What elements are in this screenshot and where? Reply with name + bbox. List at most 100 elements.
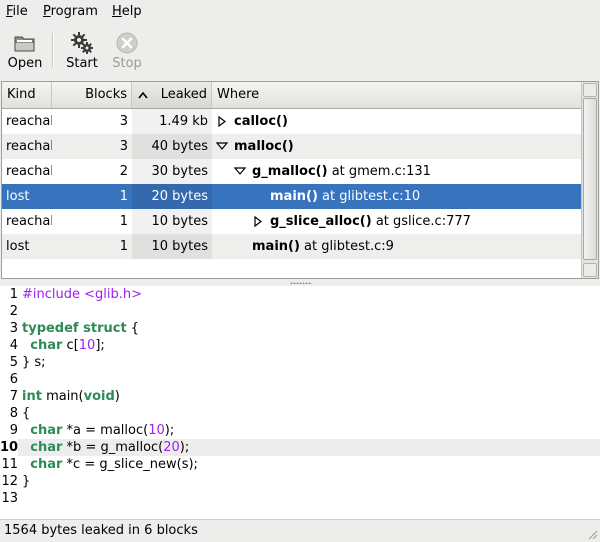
code-token: main( — [41, 389, 84, 404]
function-name: main() — [270, 189, 318, 204]
code-token: #include <glib.h> — [22, 287, 143, 302]
source-line: 3 typedef struct { — [0, 320, 600, 337]
code-token: char — [30, 440, 63, 455]
cell-blocks: 3 — [119, 139, 128, 154]
tree-row[interactable]: lost 1 20 bytes main() at glibtest.c:10 — [2, 184, 582, 209]
scroll-up-arrow[interactable] — [583, 83, 597, 97]
start-button[interactable]: Start — [57, 27, 107, 73]
line-number: 12 — [0, 473, 18, 490]
code-token: typedef struct — [22, 321, 127, 336]
line-code: int main(void) — [22, 388, 120, 405]
code-token: 10 — [78, 338, 96, 353]
source-line: 8{ — [0, 405, 600, 422]
folder-icon — [14, 36, 35, 52]
cell-kind: reachable — [6, 214, 52, 229]
gears-icon — [71, 32, 93, 54]
code-token: 10 — [148, 423, 165, 438]
scroll-thumb[interactable] — [583, 98, 597, 260]
code-token: *b = g_malloc( — [62, 440, 164, 455]
cell-kind: reachable — [6, 139, 52, 154]
column-where-header[interactable]: Where — [212, 82, 582, 108]
source-location: at gmem.c:131 — [327, 164, 431, 179]
source-line: 5 } s; — [0, 354, 600, 371]
tree-row[interactable]: lost 1 10 bytes main() at glibtest.c:9 — [2, 234, 582, 259]
code-token: *a = malloc( — [62, 423, 149, 438]
expander-expanded-icon[interactable] — [216, 134, 230, 159]
cell-blocks: 2 — [119, 164, 128, 179]
line-number: 11 — [0, 456, 18, 473]
stop-button[interactable]: Stop — [102, 27, 152, 73]
code-token: } s; — [22, 355, 46, 370]
source-view[interactable]: 1 #include <glib.h> 2 3 typedef struct {4 ch… — [0, 286, 600, 519]
open-button[interactable]: Open — [0, 27, 50, 73]
code-token: ); — [164, 423, 175, 438]
resize-grip-icon[interactable] — [586, 528, 598, 540]
line-code: char *a = malloc(10); — [22, 422, 174, 439]
tree-row[interactable]: reachable 2 30 bytes g_malloc() at gmem.c:1… — [2, 159, 582, 184]
source-line: 7 int main(void) — [0, 388, 600, 405]
code-token: void — [83, 389, 115, 404]
tree-row[interactable]: reachable 3 1.49 kb calloc() — [2, 109, 582, 134]
line-number: 9 — [0, 422, 18, 439]
column-blocks-header[interactable]: Blocks — [52, 82, 132, 108]
cell-where: main() at glibtest.c:10 — [270, 184, 420, 209]
expander-collapsed-icon[interactable] — [216, 109, 230, 134]
cell-blocks: 1 — [119, 189, 128, 204]
menu-program[interactable]: Program — [43, 4, 98, 19]
start-label: Start — [66, 56, 98, 71]
line-number: 2 — [0, 303, 18, 320]
column-leaked-label: Leaked — [160, 87, 207, 102]
function-name: malloc() — [234, 139, 294, 154]
cell-where: g_slice_alloc() at gslice.c:777 — [270, 209, 471, 234]
tree-row[interactable]: reachable 1 10 bytes g_slice_alloc() at gsl… — [2, 209, 582, 234]
source-line: 10 char *b = g_malloc(20); — [0, 439, 600, 456]
column-kind-header[interactable]: Kind — [2, 82, 52, 108]
cell-leaked: 1.49 kb — [132, 109, 212, 134]
cell-blocks: 1 — [119, 239, 128, 254]
code-token: int — [22, 389, 42, 404]
tree-row[interactable]: reachable 3 40 bytes malloc() — [2, 134, 582, 159]
status-text: 1564 bytes leaked in 6 blocks — [4, 523, 198, 538]
code-token: 20 — [163, 440, 180, 455]
source-line: 4 char c[10]; — [0, 337, 600, 354]
code-token: char — [30, 457, 63, 472]
cell-leaked: 10 bytes — [132, 209, 212, 234]
cell-leaked: 30 bytes — [132, 159, 212, 184]
line-number: 6 — [0, 371, 18, 388]
cell-kind: lost — [6, 239, 30, 254]
line-number: 3 — [0, 320, 18, 337]
source-line: 1 #include <glib.h> — [0, 286, 600, 303]
source-line: 9 char *a = malloc(10); — [0, 422, 600, 439]
expander-collapsed-icon[interactable] — [252, 209, 266, 234]
line-number: 5 — [0, 354, 18, 371]
cell-where: g_malloc() at gmem.c:131 — [252, 159, 431, 184]
line-number: 13 — [0, 490, 18, 507]
source-location: at glibtest.c:9 — [299, 239, 394, 254]
cell-where: calloc() — [234, 109, 288, 134]
line-code: } s; — [22, 354, 46, 371]
code-token: char — [30, 338, 63, 353]
stop-icon — [116, 32, 138, 54]
line-code: } — [22, 473, 30, 490]
cell-kind: reachable — [6, 164, 52, 179]
tree-scrollbar[interactable] — [581, 82, 598, 278]
source-line: 12} — [0, 473, 600, 490]
column-leaked-header[interactable]: Leaked — [132, 82, 212, 108]
function-name: g_slice_alloc() — [270, 214, 372, 229]
source-line: 6 — [0, 371, 600, 388]
cell-blocks: 1 — [119, 214, 128, 229]
expander-expanded-icon[interactable] — [234, 159, 248, 184]
scroll-down-arrow[interactable] — [583, 263, 597, 277]
menu-file[interactable]: File — [6, 4, 28, 19]
menu-help[interactable]: Help — [112, 4, 142, 19]
sort-ascending-icon — [138, 91, 148, 99]
tree-header: Kind Blocks Leaked Where — [2, 82, 582, 109]
code-token: char — [30, 423, 63, 438]
code-token: { — [22, 406, 31, 421]
code-token: } — [22, 474, 31, 489]
cell-where: main() at glibtest.c:9 — [252, 234, 394, 259]
toolbar-separator — [52, 33, 54, 67]
leak-tree[interactable]: Kind Blocks Leaked Where reachable 3 1.49 … — [1, 81, 599, 279]
line-number: 7 — [0, 388, 18, 405]
source-location: at glibtest.c:10 — [317, 189, 421, 204]
